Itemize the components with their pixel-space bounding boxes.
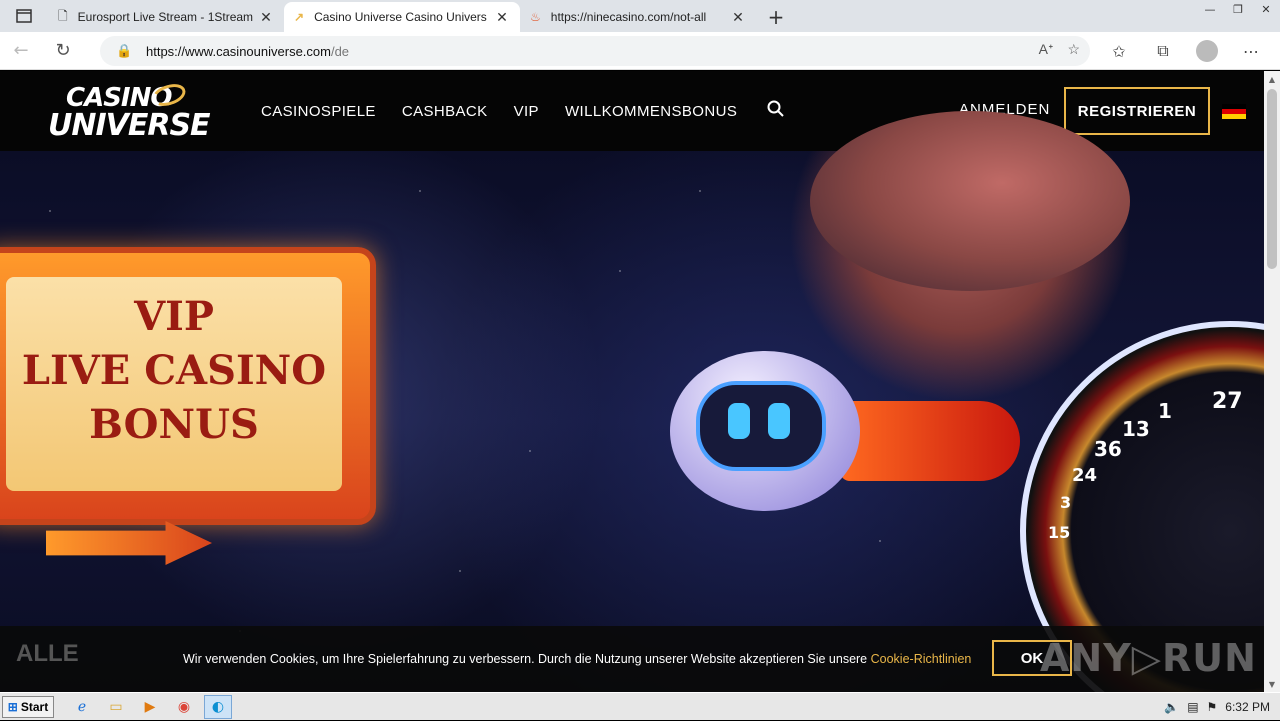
lock-icon: 🔒 [116, 43, 133, 58]
edge-icon[interactable]: ◐ [204, 694, 232, 719]
clock[interactable]: 6:32 PM [1225, 700, 1270, 714]
address-bar-row: ← ↻ 🔒 https://www.casinouniverse.com/de … [0, 32, 1280, 70]
roulette-number: 1 [1158, 399, 1172, 423]
start-label: Start [20, 699, 49, 714]
hero-banner[interactable]: VIP LIVE CASINO BONUS 27 1 13 36 24 3 15 [0, 111, 1264, 692]
anyrun-watermark: ANY▷RUN [1040, 636, 1257, 680]
folder-icon[interactable]: ▭ [102, 695, 130, 719]
nav-cashback[interactable]: CASHBACK [402, 103, 488, 120]
taskbar-apps: ℯ ▭ ▶ ◉ ◐ [68, 694, 232, 719]
url-path: /de [330, 43, 350, 59]
flag-icon[interactable]: ⚑ [1207, 700, 1218, 714]
nav-vip[interactable]: VIP [514, 103, 539, 120]
nav-casinospiele[interactable]: CASINOSPIELE [261, 103, 376, 120]
nav-willkommensbonus[interactable]: WILLKOMMENSBONUS [565, 103, 737, 120]
chrome-icon[interactable]: ◉ [170, 695, 198, 719]
favorites-icon[interactable]: ✩ [1100, 32, 1138, 70]
astronaut-eye [768, 403, 790, 439]
roulette-number: 15 [1048, 523, 1071, 542]
window-close-icon[interactable]: ✕ [1252, 0, 1280, 18]
start-button[interactable]: ⊞ Start [2, 695, 54, 718]
page-scrollbar[interactable]: ▲ ▼ [1264, 71, 1280, 692]
browser-tab-bar: 🗋 Eurosport Live Stream - 1Stream ✕ ↗ Ca… [0, 0, 1280, 32]
cookie-policy-link[interactable]: Cookie-Richtlinien [871, 652, 972, 666]
flag-stripe [1222, 114, 1246, 119]
close-icon[interactable]: ✕ [730, 9, 746, 26]
billboard-line3: BONUS [89, 401, 259, 448]
profile-avatar[interactable] [1188, 32, 1226, 70]
tab-actions-icon[interactable] [0, 0, 48, 32]
read-aloud-icon[interactable]: Aᐩ [1039, 41, 1054, 58]
planet-image [810, 111, 1130, 291]
ie-icon[interactable]: ℯ [68, 695, 96, 719]
network-icon[interactable]: ▤ [1187, 700, 1198, 714]
cookie-text: Wir verwenden Cookies, um Ihre Spielerfa… [183, 652, 871, 666]
scroll-up-icon[interactable]: ▲ [1264, 71, 1280, 87]
avatar [1196, 40, 1218, 62]
url-host: https://www.casinouniverse.com [146, 43, 331, 59]
flame-favicon: ♨ [530, 10, 541, 24]
tab-ninecasino[interactable]: ♨ https://ninecasino.com/not-all ✕ [520, 2, 756, 32]
web-page: CASINO UNIVERSE CASINOSPIELE CASHBACK VI… [0, 71, 1264, 692]
roulette-number: 36 [1094, 437, 1122, 461]
billboard-line1: VIP [134, 293, 214, 340]
tab-title: https://ninecasino.com/not-all [550, 10, 707, 24]
roulette-number: 3 [1060, 493, 1072, 512]
window-controls: — ❐ ✕ [1196, 0, 1280, 20]
main-nav: CASINOSPIELE CASHBACK VIP WILLKOMMENSBON… [261, 71, 784, 151]
close-icon[interactable]: ✕ [258, 9, 274, 26]
more-icon[interactable]: ⋯ [1232, 32, 1270, 70]
media-player-icon[interactable]: ▶ [136, 695, 164, 719]
roulette-number: 13 [1122, 417, 1150, 441]
volume-icon[interactable]: 🔈 [1164, 700, 1179, 714]
windows-taskbar: ⊞ Start ℯ ▭ ▶ ◉ ◐ 🔈 ▤ ⚑ 6:32 PM [0, 692, 1280, 720]
refresh-icon[interactable]: ↻ [42, 32, 84, 70]
new-tab-button[interactable]: + [756, 2, 796, 32]
back-icon[interactable]: ← [0, 32, 42, 70]
scroll-thumb[interactable] [1267, 89, 1277, 269]
system-tray: 🔈 ▤ ⚑ 6:32 PM [1164, 693, 1280, 721]
page-icon: 🗋 [58, 8, 68, 23]
tab-title: Casino Universe Casino Univers [314, 10, 487, 24]
search-icon[interactable] [767, 100, 784, 122]
logo-line2: UNIVERSE [48, 108, 211, 143]
windows-logo-icon: ⊞ [7, 699, 18, 714]
german-flag-icon[interactable] [1222, 104, 1246, 119]
category-label[interactable]: ALLE [16, 640, 79, 668]
billboard-line2: LIVE CASINO [21, 347, 327, 394]
close-icon[interactable]: ✕ [494, 9, 510, 26]
tab-casino-universe[interactable]: ↗ Casino Universe Casino Univers ✕ [284, 2, 520, 32]
add-favorite-icon[interactable]: ☆ [1067, 41, 1080, 58]
astronaut-cape [840, 401, 1020, 481]
minimize-icon[interactable]: — [1196, 0, 1224, 18]
register-button[interactable]: REGISTRIEREN [1064, 87, 1210, 135]
collections-icon[interactable]: ⧉ [1144, 32, 1182, 70]
roulette-number: 24 [1072, 465, 1098, 486]
cookie-banner: ALLE Wir verwenden Cookies, um Ihre Spie… [0, 626, 1264, 692]
scroll-down-icon[interactable]: ▼ [1264, 676, 1280, 692]
astronaut-visor [696, 381, 826, 471]
tab-eurosport[interactable]: 🗋 Eurosport Live Stream - 1Stream ✕ [48, 2, 284, 32]
cookie-message: Wir verwenden Cookies, um Ihre Spielerfa… [183, 652, 971, 666]
tab-title: Eurosport Live Stream - 1Stream [77, 10, 254, 24]
astronaut-eye [728, 403, 750, 439]
restore-icon[interactable]: ❐ [1224, 0, 1252, 18]
casino-universe-favicon: ↗ [294, 10, 305, 24]
billboard-panel: VIP LIVE CASINO BONUS [6, 277, 342, 491]
casino-universe-logo[interactable]: CASINO UNIVERSE [48, 80, 211, 143]
astronaut-illustration [600, 341, 1020, 581]
url-input[interactable]: 🔒 https://www.casinouniverse.com/de Aᐩ ☆ [100, 36, 1090, 66]
roulette-number: 27 [1212, 389, 1243, 414]
vip-billboard: VIP LIVE CASINO BONUS [0, 247, 376, 525]
